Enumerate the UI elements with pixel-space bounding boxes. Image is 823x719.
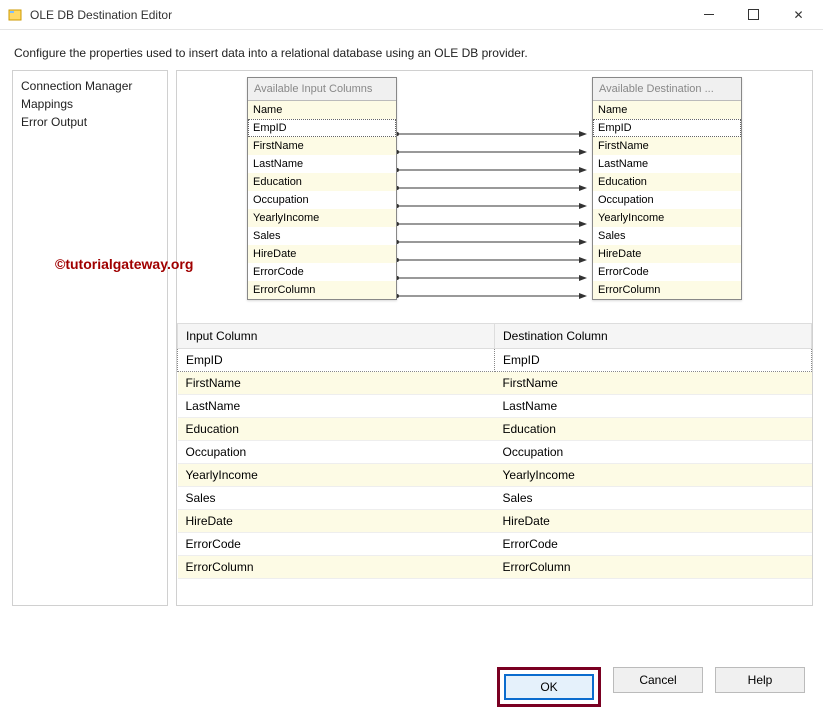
titlebar: OLE DB Destination Editor — [0, 0, 823, 30]
window-title: OLE DB Destination Editor — [30, 8, 686, 22]
help-button[interactable]: Help — [715, 667, 805, 693]
cancel-button[interactable]: Cancel — [613, 667, 703, 693]
input-column-cell[interactable]: YearlyIncome — [178, 464, 495, 487]
app-icon — [8, 7, 24, 23]
minimize-button[interactable] — [686, 1, 731, 29]
destination-columns-box[interactable]: Available Destination ... NameEmpIDFirst… — [592, 77, 742, 300]
destination-column-item[interactable]: ErrorCode — [593, 263, 741, 281]
destination-column-cell[interactable]: EmpID — [495, 349, 812, 372]
input-columns-box[interactable]: Available Input Columns NameEmpIDFirstNa… — [247, 77, 397, 300]
destination-column-item[interactable]: Education — [593, 173, 741, 191]
input-column-item[interactable]: YearlyIncome — [248, 209, 396, 227]
table-row[interactable]: EmpIDEmpID — [178, 349, 812, 372]
mapping-grid-area: Input Column Destination Column EmpIDEmp… — [177, 323, 812, 605]
destination-column-cell[interactable]: FirstName — [495, 372, 812, 395]
button-bar: OK Cancel Help — [497, 667, 805, 707]
destination-column-cell[interactable]: YearlyIncome — [495, 464, 812, 487]
input-column-cell[interactable]: Education — [178, 418, 495, 441]
main-panel: Available Input Columns NameEmpIDFirstNa… — [176, 70, 813, 606]
input-column-cell[interactable]: LastName — [178, 395, 495, 418]
destination-column-item[interactable]: YearlyIncome — [593, 209, 741, 227]
sidebar: Connection Manager Mappings Error Output — [12, 70, 168, 606]
input-columns-header: Available Input Columns — [248, 78, 396, 101]
input-column-cell[interactable]: EmpID — [178, 349, 495, 372]
grid-header-destination[interactable]: Destination Column — [495, 324, 812, 349]
table-row[interactable]: SalesSales — [178, 487, 812, 510]
window-controls — [686, 1, 821, 29]
table-row[interactable]: ErrorCodeErrorCode — [178, 533, 812, 556]
input-column-item[interactable]: Education — [248, 173, 396, 191]
sidebar-item-error-output[interactable]: Error Output — [21, 113, 159, 131]
destination-column-item[interactable]: EmpID — [593, 119, 741, 137]
input-column-item[interactable]: Name — [248, 101, 396, 119]
destination-column-cell[interactable]: LastName — [495, 395, 812, 418]
description-text: Configure the properties used to insert … — [0, 30, 823, 70]
destination-column-item[interactable]: Sales — [593, 227, 741, 245]
destination-column-item[interactable]: LastName — [593, 155, 741, 173]
destination-column-cell[interactable]: HireDate — [495, 510, 812, 533]
destination-columns-header: Available Destination ... — [593, 78, 741, 101]
destination-column-item[interactable]: ErrorColumn — [593, 281, 741, 299]
input-column-cell[interactable]: FirstName — [178, 372, 495, 395]
destination-column-item[interactable]: Name — [593, 101, 741, 119]
mapping-grid[interactable]: Input Column Destination Column EmpIDEmp… — [177, 323, 812, 579]
table-row[interactable]: LastNameLastName — [178, 395, 812, 418]
input-column-item[interactable]: LastName — [248, 155, 396, 173]
ok-button[interactable]: OK — [504, 674, 594, 700]
destination-column-item[interactable]: Occupation — [593, 191, 741, 209]
destination-column-cell[interactable]: Occupation — [495, 441, 812, 464]
grid-header-input[interactable]: Input Column — [178, 324, 495, 349]
table-row[interactable]: ErrorColumnErrorColumn — [178, 556, 812, 579]
destination-column-cell[interactable]: Education — [495, 418, 812, 441]
table-row[interactable]: FirstNameFirstName — [178, 372, 812, 395]
input-column-item[interactable]: FirstName — [248, 137, 396, 155]
destination-column-cell[interactable]: ErrorCode — [495, 533, 812, 556]
input-column-item[interactable]: Occupation — [248, 191, 396, 209]
table-row[interactable]: YearlyIncomeYearlyIncome — [178, 464, 812, 487]
input-column-cell[interactable]: Sales — [178, 487, 495, 510]
destination-column-item[interactable]: FirstName — [593, 137, 741, 155]
input-column-cell[interactable]: ErrorColumn — [178, 556, 495, 579]
destination-column-item[interactable]: HireDate — [593, 245, 741, 263]
ok-button-highlight: OK — [497, 667, 601, 707]
input-column-item[interactable]: ErrorColumn — [248, 281, 396, 299]
maximize-button[interactable] — [731, 1, 776, 29]
input-column-item[interactable]: EmpID — [248, 119, 396, 137]
destination-column-cell[interactable]: Sales — [495, 487, 812, 510]
input-column-cell[interactable]: HireDate — [178, 510, 495, 533]
destination-column-cell[interactable]: ErrorColumn — [495, 556, 812, 579]
input-column-item[interactable]: Sales — [248, 227, 396, 245]
table-row[interactable]: OccupationOccupation — [178, 441, 812, 464]
input-column-item[interactable]: ErrorCode — [248, 263, 396, 281]
input-column-cell[interactable]: ErrorCode — [178, 533, 495, 556]
table-row[interactable]: HireDateHireDate — [178, 510, 812, 533]
sidebar-item-connection-manager[interactable]: Connection Manager — [21, 77, 159, 95]
mapping-diagram: Available Input Columns NameEmpIDFirstNa… — [177, 71, 812, 323]
table-row[interactable]: EducationEducation — [178, 418, 812, 441]
sidebar-item-mappings[interactable]: Mappings — [21, 95, 159, 113]
input-column-cell[interactable]: Occupation — [178, 441, 495, 464]
close-button[interactable] — [776, 1, 821, 29]
input-column-item[interactable]: HireDate — [248, 245, 396, 263]
